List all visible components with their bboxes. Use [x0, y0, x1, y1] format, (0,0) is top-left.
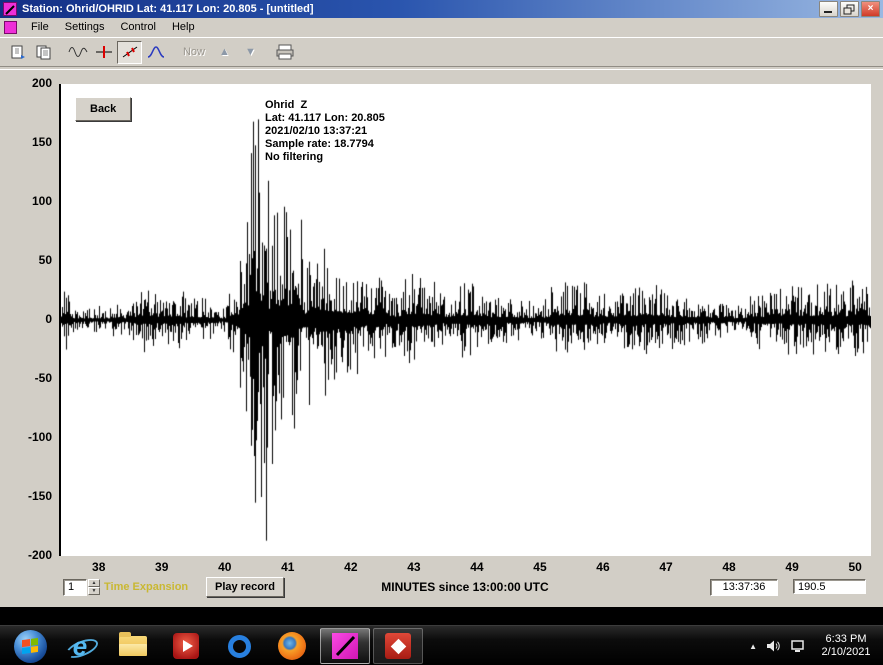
menu-settings[interactable]: Settings [57, 18, 113, 37]
extract-record-button[interactable] [31, 41, 56, 64]
x-axis-label: 43 [394, 560, 434, 574]
x-axis-label: 49 [772, 560, 812, 574]
restore-button[interactable] [840, 1, 859, 17]
minimize-button[interactable] [819, 1, 838, 17]
y-axis-label: 50 [6, 253, 52, 267]
x-axis-label: 41 [268, 560, 308, 574]
network-icon[interactable] [790, 639, 806, 653]
volume-icon[interactable] [766, 639, 781, 653]
y-axis-label: -50 [6, 371, 52, 385]
y-axis-label: 200 [6, 76, 52, 90]
clock-time: 6:33 PM [815, 633, 877, 646]
expand-region-tool-button[interactable] [117, 41, 142, 64]
desktop: Station: Ohrid/OHRID Lat: 41.117 Lon: 20… [0, 0, 883, 665]
y-axis-label: 150 [6, 135, 52, 149]
filter-tool-button[interactable] [143, 41, 168, 64]
x-axis-label: 44 [457, 560, 497, 574]
bottom-controls: 1 ▲ ▼ Time Expansion Play record MINUTES… [0, 577, 883, 603]
print-button[interactable] [272, 41, 297, 64]
x-axis-label: 48 [709, 560, 749, 574]
trace-info: Ohrid Z Lat: 41.117 Lon: 20.805 2021/02/… [265, 99, 385, 164]
menu-bar: File Settings Control Help [0, 18, 883, 37]
scroll-up-button[interactable]: ▲ [212, 41, 237, 64]
printer-icon [276, 44, 294, 60]
up-arrow-icon: ▲ [219, 46, 230, 58]
trace-location: Lat: 41.117 Lon: 20.805 [265, 112, 385, 125]
taskbar-media-player[interactable] [161, 628, 211, 664]
menu-file[interactable]: File [23, 18, 57, 37]
menu-control[interactable]: Control [112, 18, 163, 37]
y-axis-label: -150 [6, 489, 52, 503]
x-axis-caption: MINUTES since 13:00:00 UTC [360, 580, 570, 594]
show-hidden-icons-button[interactable]: ▲ [749, 642, 757, 651]
seismogram-plot[interactable]: Ohrid Z Lat: 41.117 Lon: 20.805 2021/02/… [59, 84, 871, 556]
blue-ring-icon [228, 635, 251, 658]
pick-time-tool-button[interactable] [91, 41, 116, 64]
y-axis-label: -200 [6, 548, 52, 562]
taskbar-file-explorer[interactable] [108, 628, 158, 664]
time-expansion-decrease-button[interactable]: ▼ [88, 587, 100, 595]
x-axis-label: 50 [835, 560, 875, 574]
document-window-icon[interactable] [4, 21, 17, 34]
close-button[interactable]: × [861, 1, 880, 17]
time-expansion-increase-button[interactable]: ▲ [88, 579, 100, 587]
taskbar-red-app[interactable] [373, 628, 423, 664]
seismogram-trace[interactable] [61, 84, 871, 556]
folder-icon [119, 636, 147, 656]
seismograph-app-icon [332, 633, 358, 659]
x-axis-label: 38 [79, 560, 119, 574]
trace-title: Ohrid Z [265, 99, 385, 112]
app-window: Station: Ohrid/OHRID Lat: 41.117 Lon: 20… [0, 0, 883, 607]
taskbar-recorder[interactable] [214, 628, 264, 664]
clock-date: 2/10/2021 [815, 646, 877, 659]
play-record-button[interactable]: Play record [206, 577, 284, 597]
y-axis-label: 100 [6, 194, 52, 208]
x-axis-label: 42 [331, 560, 371, 574]
y-axis-label: 0 [6, 312, 52, 326]
trace-sample-rate: Sample rate: 18.7794 [265, 138, 385, 151]
window-title: Station: Ohrid/OHRID Lat: 41.117 Lon: 20… [22, 3, 819, 15]
trace-datetime: 2021/02/10 13:37:21 [265, 125, 385, 138]
time-expansion-label: Time Expansion [104, 581, 188, 593]
x-axis-label: 45 [520, 560, 560, 574]
taskbar-firefox[interactable] [267, 628, 317, 664]
down-arrow-icon: ▼ [245, 46, 256, 58]
internet-explorer-icon: e [73, 633, 87, 659]
app-icon[interactable] [3, 2, 17, 16]
x-axis-label: 47 [646, 560, 686, 574]
windows-orb-icon [14, 630, 47, 663]
time-expansion-spinner: 1 ▲ ▼ [63, 579, 100, 596]
now-button[interactable]: Now [177, 41, 211, 64]
taskbar: e ▲ [0, 625, 883, 665]
amplitude-field[interactable]: 190.5 [793, 579, 866, 594]
waveform-view-button[interactable] [65, 41, 90, 64]
menu-help[interactable]: Help [164, 18, 203, 37]
toolbar: Now ▲ ▼ [0, 37, 883, 66]
time-expansion-input[interactable]: 1 [63, 579, 87, 596]
taskbar-clock[interactable]: 6:33 PM 2/10/2021 [815, 633, 877, 659]
taskbar-internet-explorer[interactable]: e [55, 628, 105, 664]
back-button[interactable]: Back [75, 97, 131, 121]
toolbar-divider [0, 66, 883, 70]
red-diamond-app-icon [385, 633, 411, 659]
event-time-field[interactable]: 13:37:36 [710, 579, 778, 596]
media-player-icon [173, 633, 199, 659]
firefox-icon [278, 632, 306, 660]
y-axis-label: -100 [6, 430, 52, 444]
scroll-down-button[interactable]: ▼ [238, 41, 263, 64]
title-bar: Station: Ohrid/OHRID Lat: 41.117 Lon: 20… [0, 0, 883, 18]
open-record-button[interactable] [5, 41, 30, 64]
system-tray: ▲ 6:33 PM 2/10/2021 [749, 626, 877, 665]
x-axis-label: 46 [583, 560, 623, 574]
taskbar-seismograph-app[interactable] [320, 628, 370, 664]
x-axis-label: 39 [142, 560, 182, 574]
x-axis-label: 40 [205, 560, 245, 574]
trace-filtering: No filtering [265, 151, 385, 164]
start-button[interactable] [5, 628, 55, 664]
